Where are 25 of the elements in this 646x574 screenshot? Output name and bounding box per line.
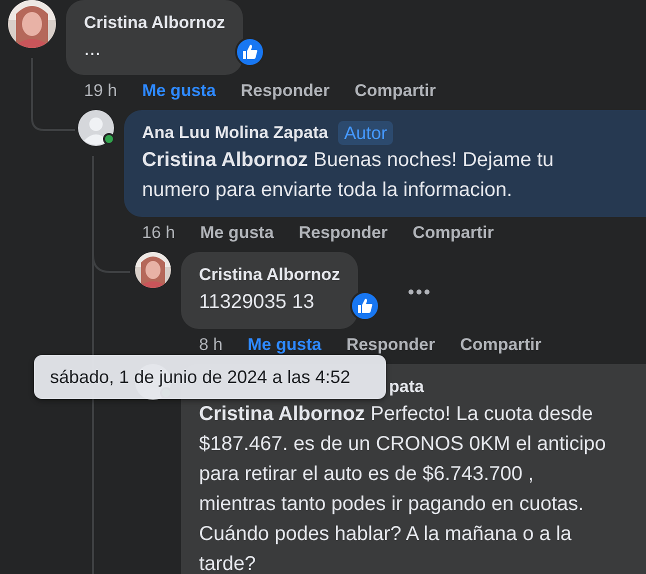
comment-text: Cristina Albornoz Buenas noches! Dejame tu numero para enviarte toda la informacion. — [142, 148, 555, 203]
comment-text: ... — [84, 37, 102, 62]
comment-time[interactable]: 16 h — [142, 222, 176, 244]
action-link[interactable]: Me gusta — [248, 334, 322, 356]
avatar-icon[interactable] — [135, 252, 171, 288]
avatar-icon[interactable] — [8, 0, 56, 48]
action-link[interactable]: Me gusta — [200, 222, 274, 244]
action-link[interactable]: Compartir — [460, 334, 542, 356]
action-link[interactable]: Responder — [298, 222, 388, 244]
action-link[interactable]: Responder — [240, 80, 330, 102]
action-link[interactable]: Responder — [346, 334, 436, 356]
comment-text: Cristina Albornoz Perfecto! La cuota desde $187.467. es de un CRONOS 0KM el anticipo para retirar el auto es de $6.743.700 , mientras tanto podes ir pagando en cuotas. Cuándo podes hablar? A la mañana o a la tarde? — [199, 402, 607, 574]
action-link[interactable]: Compartir — [354, 80, 436, 102]
comment-time[interactable]: 19 h — [84, 80, 118, 102]
author-name[interactable]: Ana Luu Molina Zapata — [142, 121, 328, 145]
comment-text: 11329035 13 — [199, 290, 316, 315]
avatar-icon[interactable] — [78, 110, 114, 146]
author-badge: Autor — [338, 121, 394, 145]
more-options-icon[interactable] — [408, 289, 430, 295]
author-name[interactable]: pata — [389, 375, 424, 399]
comment-time[interactable]: 8 h — [199, 334, 223, 356]
author-name[interactable]: Cristina Albornoz — [84, 11, 226, 35]
action-link[interactable]: Me gusta — [142, 80, 216, 102]
author-name[interactable]: Cristina Albornoz — [199, 263, 340, 287]
action-link[interactable]: Compartir — [412, 222, 494, 244]
